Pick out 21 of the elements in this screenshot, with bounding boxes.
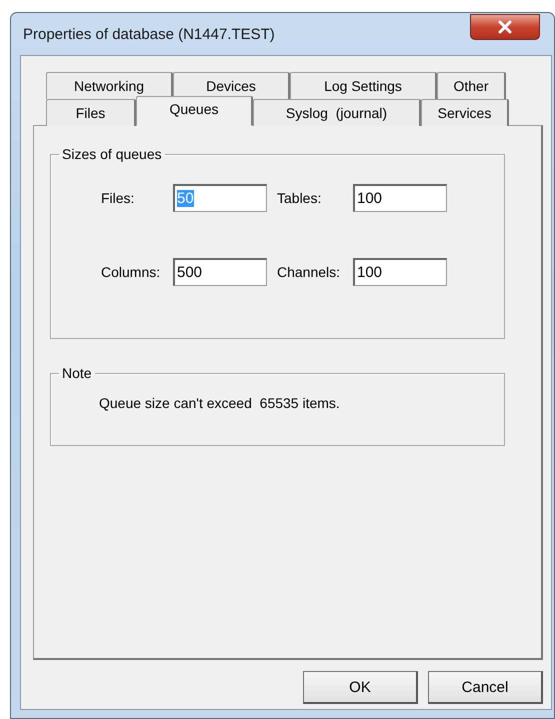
field-label: Columns: [101, 264, 162, 280]
dialog-button[interactable]: OK [303, 671, 418, 704]
tab[interactable]: Services [421, 99, 509, 126]
input-field[interactable]: 100 [353, 184, 447, 212]
field-label: Tables: [276, 190, 322, 206]
tab[interactable]: Files [46, 99, 136, 126]
tab[interactable]: Syslog (journal) [253, 99, 421, 126]
dialog-button[interactable]: Cancel [428, 671, 543, 704]
tab[interactable]: Log Settings [290, 72, 437, 99]
input-field[interactable]: 500 [173, 258, 267, 286]
field-label: Channels: [276, 264, 342, 280]
group-title: Sizes of queues [61, 146, 163, 162]
note-text: Queue size can't exceed 65535 items. [99, 395, 341, 411]
group-title: Note [61, 365, 93, 381]
tab[interactable]: Networking [46, 72, 173, 99]
window-title: Properties of database (N1447.TEST) [23, 26, 275, 42]
field-label: Files: [101, 190, 136, 206]
input-field[interactable]: 100 [353, 258, 447, 286]
tab[interactable]: Other [437, 72, 506, 99]
tab[interactable]: Devices [173, 72, 290, 99]
tab[interactable]: Queues [136, 96, 253, 126]
